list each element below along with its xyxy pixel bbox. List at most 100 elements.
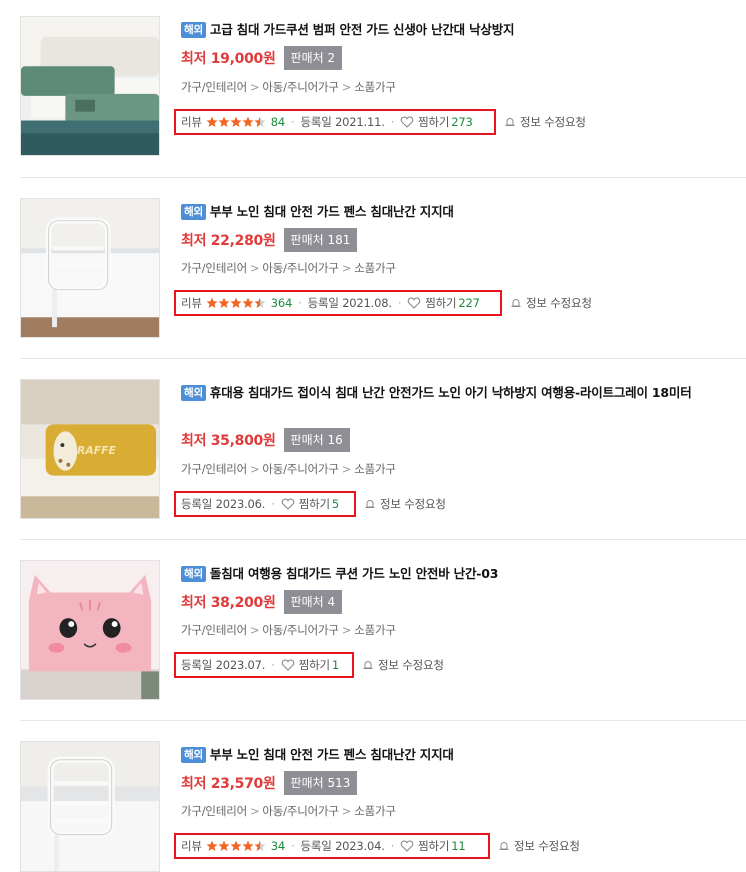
separator-dot: · xyxy=(298,296,302,310)
meta-row: 등록일 2023.07. · 찜하기 1 정보 수정요청 xyxy=(174,652,444,678)
overseas-badge: 해외 xyxy=(181,22,206,38)
category-1[interactable]: 가구/인테리어 xyxy=(181,80,247,94)
report-label[interactable]: 정보 수정요청 xyxy=(378,657,444,673)
wish-count: 227 xyxy=(458,296,480,310)
category-1[interactable]: 가구/인테리어 xyxy=(181,623,247,637)
product-title[interactable]: 해외 휴대용 침대가드 접이식 침대 난간 안전가드 노인 아기 낙하방지 여행용… xyxy=(181,383,726,403)
star-icon xyxy=(218,297,230,308)
item-divider xyxy=(20,720,746,721)
category-2[interactable]: 아동/주니어가구 xyxy=(262,804,339,818)
heart-icon[interactable] xyxy=(407,297,421,309)
report-label[interactable]: 정보 수정요청 xyxy=(514,838,580,854)
product-thumbnail[interactable] xyxy=(20,741,160,872)
category-2[interactable]: 아동/주니어가구 xyxy=(262,462,339,476)
star-icon xyxy=(230,840,242,851)
star-icon xyxy=(230,116,242,127)
item-divider xyxy=(20,358,746,359)
product-title[interactable]: 해외 부부 노인 침대 안전 가드 펜스 침대난간 지지대 xyxy=(181,745,726,765)
star-icon xyxy=(218,116,230,127)
review-count[interactable]: 364 xyxy=(271,296,293,310)
star-icon xyxy=(242,840,254,851)
star-icon xyxy=(254,840,266,851)
lowest-price[interactable]: 최저 38,200원 xyxy=(181,592,276,612)
wish-label[interactable]: 찜하기 xyxy=(418,114,449,130)
highlight-box: 리뷰 364 · 등록일 2021.08. · 찜하기 227 xyxy=(174,290,502,316)
report-label[interactable]: 정보 수정요청 xyxy=(380,496,446,512)
category-3[interactable]: 소품가구 xyxy=(354,804,396,818)
product-title-text[interactable]: 돌침대 여행용 침대가드 쿠션 가드 노인 안전바 난간-03 xyxy=(210,566,499,581)
review-count[interactable]: 34 xyxy=(271,839,285,853)
lowest-price[interactable]: 최저 23,570원 xyxy=(181,773,276,793)
rating-stars xyxy=(206,297,266,309)
category-2[interactable]: 아동/주니어가구 xyxy=(262,261,339,275)
heart-icon[interactable] xyxy=(281,498,295,510)
registration-date: 등록일 2023.06. xyxy=(181,497,266,511)
report-button[interactable]: 정보 수정요청 xyxy=(504,114,586,130)
lowest-price[interactable]: 최저 35,800원 xyxy=(181,430,276,450)
product-title-text[interactable]: 고급 침대 가드쿠션 범퍼 안전 가드 신생아 난간대 낙상방지 xyxy=(210,22,515,37)
seller-count-button[interactable]: 판매처 181 xyxy=(283,228,358,252)
star-icon xyxy=(218,840,230,851)
category-3[interactable]: 소품가구 xyxy=(354,80,396,94)
breadcrumb-separator: > xyxy=(249,623,260,637)
star-icon xyxy=(206,840,218,851)
product-thumbnail[interactable] xyxy=(20,16,160,156)
product-title-text[interactable]: 휴대용 침대가드 접이식 침대 난간 안전가드 노인 아기 낙하방지 여행용-라… xyxy=(210,385,692,400)
overseas-badge: 해외 xyxy=(181,566,206,582)
report-button[interactable]: 정보 수정요청 xyxy=(498,838,580,854)
report-label[interactable]: 정보 수정요청 xyxy=(526,295,592,311)
category-1[interactable]: 가구/인테리어 xyxy=(181,261,247,275)
star-icon xyxy=(254,297,266,308)
separator-dot: · xyxy=(271,658,275,672)
product-thumbnail[interactable] xyxy=(20,198,160,338)
breadcrumb-separator: > xyxy=(341,80,352,94)
category-3[interactable]: 소품가구 xyxy=(354,261,396,275)
bell-icon xyxy=(511,299,521,307)
report-button[interactable]: 정보 수정요청 xyxy=(510,295,592,311)
product-thumbnail[interactable] xyxy=(20,560,160,700)
seller-count-button[interactable]: 판매처 513 xyxy=(283,771,358,795)
separator-dot: · xyxy=(291,115,295,129)
heart-icon[interactable] xyxy=(400,116,414,128)
product-title-text[interactable]: 부부 노인 침대 안전 가드 펜스 침대난간 지지대 xyxy=(210,204,454,219)
category-1[interactable]: 가구/인테리어 xyxy=(181,804,247,818)
overseas-badge: 해외 xyxy=(181,204,206,220)
item-divider xyxy=(20,177,746,178)
seller-count-button[interactable]: 판매처 2 xyxy=(283,46,343,70)
wish-label[interactable]: 찜하기 xyxy=(299,657,330,673)
wish-label[interactable]: 찜하기 xyxy=(299,496,330,512)
report-button[interactable]: 정보 수정요청 xyxy=(364,496,446,512)
wish-count: 5 xyxy=(331,497,339,511)
heart-icon[interactable] xyxy=(400,840,414,852)
product-title[interactable]: 해외 고급 침대 가드쿠션 범퍼 안전 가드 신생아 난간대 낙상방지 xyxy=(181,20,726,40)
seller-count-button[interactable]: 판매처 16 xyxy=(283,428,350,452)
meta-row: 리뷰 84 · 등록일 2021.11. · 찜하기 273 정보 수정요청 xyxy=(174,109,586,135)
breadcrumb-separator: > xyxy=(341,261,352,275)
product-title-text[interactable]: 부부 노인 침대 안전 가드 펜스 침대난간 지지대 xyxy=(210,747,454,762)
report-label[interactable]: 정보 수정요청 xyxy=(520,114,586,130)
category-2[interactable]: 아동/주니어가구 xyxy=(262,623,339,637)
lowest-price[interactable]: 최저 22,280원 xyxy=(181,230,276,250)
product-title[interactable]: 해외 부부 노인 침대 안전 가드 펜스 침대난간 지지대 xyxy=(181,202,726,222)
star-icon xyxy=(242,297,254,308)
review-label[interactable]: 리뷰 xyxy=(181,295,202,311)
review-count[interactable]: 84 xyxy=(271,115,285,129)
wish-label[interactable]: 찜하기 xyxy=(418,838,449,854)
category-1[interactable]: 가구/인테리어 xyxy=(181,462,247,476)
heart-icon[interactable] xyxy=(281,659,295,671)
lowest-price[interactable]: 최저 19,000원 xyxy=(181,48,276,68)
bed-guard-cushion-image xyxy=(21,17,159,155)
separator-dot: · xyxy=(291,839,295,853)
report-button[interactable]: 정보 수정요청 xyxy=(362,657,444,673)
wish-label[interactable]: 찜하기 xyxy=(425,295,456,311)
product-title[interactable]: 해외 돌침대 여행용 침대가드 쿠션 가드 노인 안전바 난간-03 xyxy=(181,564,726,584)
review-label[interactable]: 리뷰 xyxy=(181,838,202,854)
product-thumbnail[interactable]: GIRAFFE xyxy=(20,379,160,519)
category-3[interactable]: 소품가구 xyxy=(354,623,396,637)
category-2[interactable]: 아동/주니어가구 xyxy=(262,80,339,94)
wish-count: 273 xyxy=(451,115,473,129)
meta-row: 리뷰 364 · 등록일 2021.08. · 찜하기 227 정보 수정요청 xyxy=(174,290,592,316)
review-label[interactable]: 리뷰 xyxy=(181,114,202,130)
category-3[interactable]: 소품가구 xyxy=(354,462,396,476)
seller-count-button[interactable]: 판매처 4 xyxy=(283,590,343,614)
